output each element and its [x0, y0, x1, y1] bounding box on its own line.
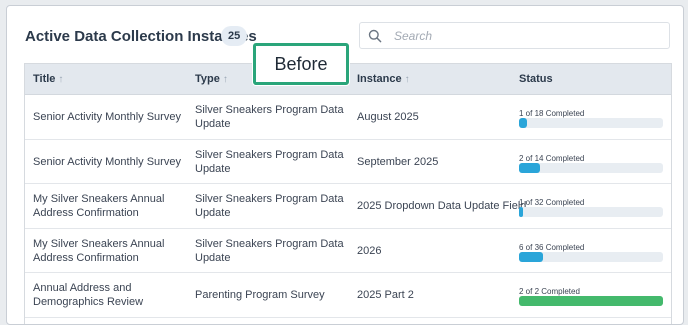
row-instance: 2025 Dropdown Data Update Field: [357, 200, 527, 212]
row-instance: 2026: [357, 244, 382, 257]
row-title: Annual Address and Demographics Review: [33, 282, 144, 308]
instance-count-badge: 25: [221, 26, 248, 46]
progress-bar: [519, 296, 663, 306]
column-label-title: Title: [33, 73, 56, 85]
row-title: My Silver Sneakers Annual Address Confir…: [33, 193, 165, 219]
table-row[interactable]: My Silver Sneakers Annual Address Confir…: [25, 184, 671, 229]
search-box[interactable]: [359, 22, 670, 49]
table-row[interactable]: My Silver Sneakers Annual Address Confir…: [25, 229, 671, 273]
row-instance: September 2025: [357, 155, 439, 168]
row-type: Silver Sneakers Program Data Update: [195, 148, 344, 175]
progress-bar: [519, 251, 663, 262]
row-instance: 2025 Part 2: [357, 289, 414, 301]
search-icon: [368, 29, 382, 43]
progress-fill: [519, 251, 544, 262]
sort-arrow-icon[interactable]: ↑: [405, 74, 410, 85]
progress-fill: [519, 207, 524, 217]
search-input[interactable]: [394, 23, 664, 48]
row-status: 2 of 2 Completed: [519, 273, 669, 317]
sort-arrow-icon[interactable]: ↑: [58, 74, 63, 85]
progress-bar: [519, 207, 663, 217]
column-label-instance: Instance: [357, 73, 402, 85]
table-row[interactable]: Annual Address and Demographics Review P…: [25, 273, 671, 318]
row-title: My Silver Sneakers Annual Address Confir…: [33, 237, 165, 264]
progress-bar: [519, 118, 663, 128]
row-type: Parenting Program Survey: [195, 289, 325, 301]
column-label-type: Type: [195, 73, 220, 85]
row-title: Senior Activity Monthly Survey: [33, 111, 181, 123]
row-type: Silver Sneakers Program Data Update: [195, 104, 344, 130]
progress-fill: [519, 162, 540, 173]
before-callout-label: Before: [253, 43, 349, 85]
row-status: 2 of 14 Completed: [519, 140, 669, 184]
progress-bar: [519, 162, 663, 173]
row-type: Silver Sneakers Program Data Update: [195, 237, 344, 264]
column-header-instance[interactable]: Instance ↑: [357, 64, 410, 95]
table-row[interactable]: Senior Activity Monthly Survey Silver Sn…: [25, 95, 671, 140]
table-row[interactable]: Senior Activity Monthly Survey Silver Sn…: [25, 140, 671, 184]
column-header-status: Status: [519, 64, 553, 95]
row-status: 1 of 18 Completed: [519, 95, 669, 139]
row-type: Silver Sneakers Program Data Update: [195, 193, 344, 219]
row-instance: August 2025: [357, 111, 419, 123]
row-title: Senior Activity Monthly Survey: [33, 155, 181, 168]
row-status: 1 of 32 Completed: [519, 184, 669, 228]
sort-arrow-icon[interactable]: ↑: [223, 74, 228, 85]
progress-fill: [519, 296, 663, 306]
column-label-status: Status: [519, 73, 553, 85]
column-header-title[interactable]: Title ↑: [33, 64, 63, 95]
progress-fill: [519, 118, 528, 128]
row-status: 6 of 36 Completed: [519, 229, 669, 273]
instances-table: Title ↑ Type ↑ Instance ↑ Status Senior Act…: [24, 63, 672, 324]
column-header-type[interactable]: Type ↑: [195, 64, 228, 95]
